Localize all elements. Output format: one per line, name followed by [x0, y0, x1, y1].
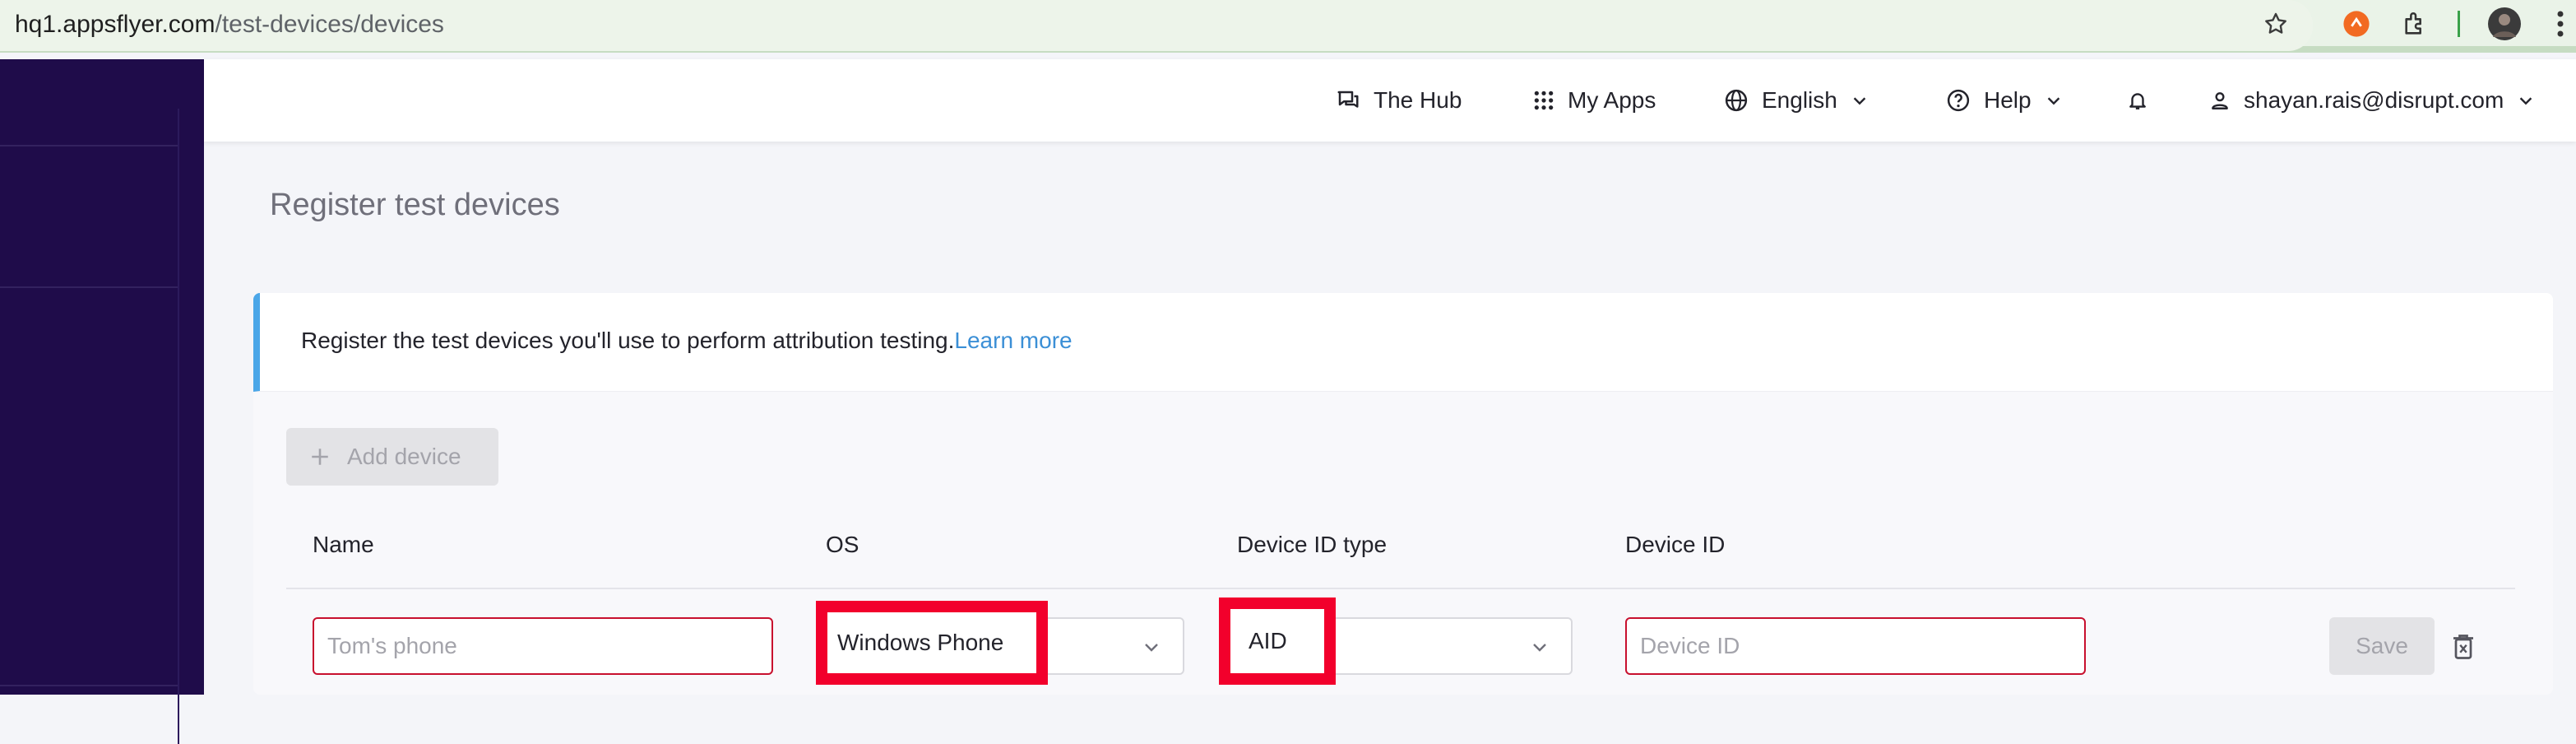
- grid-icon: [1534, 91, 1554, 110]
- save-button[interactable]: Save: [2329, 617, 2435, 675]
- help-label: Help: [1984, 87, 2032, 113]
- extension-orange-icon[interactable]: [2337, 5, 2375, 43]
- user-email: shayan.rais@disrupt.com: [2244, 87, 2504, 113]
- page-title: Register test devices: [270, 188, 560, 222]
- chevron-down-icon: [2047, 97, 2059, 105]
- the-hub-label: The Hub: [1374, 87, 1462, 113]
- my-apps-label: My Apps: [1568, 87, 1656, 113]
- column-header-device-id-type: Device ID type: [1237, 532, 1388, 557]
- sidebar-separator: [0, 145, 178, 146]
- url-text[interactable]: hq1.appsflyer.com/test-devices/devices: [15, 8, 444, 41]
- device-id-placeholder: Device ID: [1640, 633, 1740, 658]
- device-id-input[interactable]: Device ID: [1625, 617, 2086, 675]
- os-value: Windows Phone: [837, 630, 1004, 655]
- chevron-down-icon: [1853, 97, 1866, 105]
- info-banner: Register the test devices you'll use to …: [253, 293, 2553, 392]
- help-menu[interactable]: Help: [1946, 84, 2063, 117]
- notifications-button[interactable]: [2127, 84, 2148, 117]
- top-header: The Hub My Apps English Help shayan.rais…: [204, 59, 2576, 142]
- table-header-divider: [286, 588, 2515, 589]
- info-text-line: Register the test devices you'll use to …: [301, 328, 1073, 354]
- chevron-down-icon: [2520, 97, 2532, 105]
- the-hub-link[interactable]: The Hub: [1336, 84, 1462, 117]
- user-icon: [2212, 92, 2228, 109]
- os-selected-value[interactable]: Windows Phone: [816, 601, 1048, 685]
- puzzle-icon[interactable]: [2397, 5, 2435, 43]
- browser-toolbar: hq1.appsflyer.com/test-devices/devices: [0, 0, 2576, 53]
- column-header-device-id: Device ID: [1625, 532, 1726, 557]
- column-header-name: Name: [313, 532, 374, 557]
- address-bar[interactable]: hq1.appsflyer.com/test-devices/devices: [0, 0, 2313, 51]
- plus-icon: [312, 449, 328, 465]
- learn-more-link[interactable]: Learn more: [954, 328, 1072, 353]
- globe-icon: [1725, 89, 1748, 112]
- sidebar: [0, 59, 204, 744]
- trash-icon: [2453, 635, 2473, 659]
- help-circle-icon: [1947, 89, 1970, 112]
- url-host: hq1.appsflyer.com: [15, 11, 215, 38]
- sidebar-separator: [0, 685, 178, 686]
- chevron-down-icon: [1145, 644, 1158, 652]
- bell-icon: [2129, 93, 2146, 109]
- device-id-type-value: AID: [1249, 628, 1287, 653]
- delete-row-button[interactable]: [2451, 632, 2476, 666]
- save-label: Save: [2356, 633, 2408, 658]
- url-path: /test-devices/devices: [215, 11, 444, 38]
- device-id-type-selected-value[interactable]: AID: [1219, 598, 1336, 685]
- language-label: English: [1762, 87, 1837, 113]
- add-device-label: Add device: [347, 444, 461, 469]
- device-name-input[interactable]: Tom's phone: [313, 617, 773, 675]
- my-apps-link[interactable]: My Apps: [1533, 84, 1656, 117]
- more-vert-icon[interactable]: [2550, 5, 2571, 43]
- chevron-down-icon: [1533, 644, 1546, 652]
- toolbar-divider: [2456, 5, 2461, 43]
- sidebar-column-divider: [178, 109, 179, 744]
- column-header-os: OS: [826, 532, 859, 557]
- profile-avatar[interactable]: [2486, 5, 2523, 43]
- sidebar-separator: [0, 286, 178, 288]
- info-text: Register the test devices you'll use to …: [301, 328, 955, 353]
- add-device-button[interactable]: Add device: [286, 428, 498, 486]
- user-menu[interactable]: shayan.rais@disrupt.com: [2209, 84, 2535, 117]
- language-selector[interactable]: English: [1724, 84, 1869, 117]
- star-icon[interactable]: [2257, 5, 2295, 43]
- chat-icon: [1337, 91, 1359, 108]
- device-name-placeholder: Tom's phone: [327, 633, 457, 658]
